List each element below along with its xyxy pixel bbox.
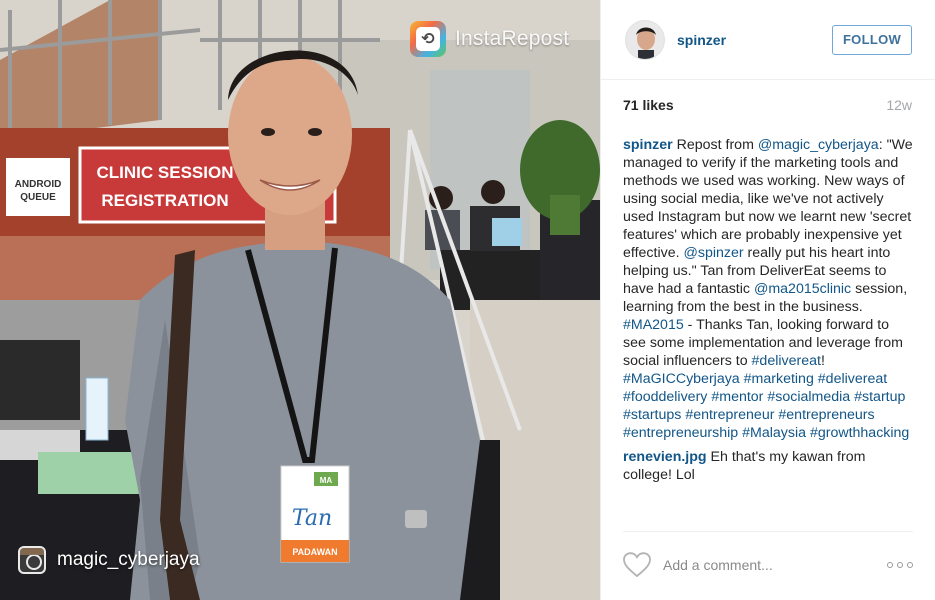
more-dot: [907, 562, 913, 568]
instagram-camera-icon: [18, 546, 46, 574]
avatar-photo: [626, 20, 664, 59]
hashtag-link[interactable]: #entrepreneurship: [623, 425, 738, 441]
hashtag-link[interactable]: #Malaysia: [742, 425, 806, 441]
post-header: spinzer FOLLOW: [601, 0, 935, 80]
badge-logo-text: MA: [320, 476, 333, 485]
hashtag-link[interactable]: #marketing: [744, 371, 814, 387]
instarepost-logo-icon: ⟲: [410, 21, 446, 57]
caption-text: Repost from: [672, 137, 758, 153]
more-dot: [887, 562, 893, 568]
photo-scene: ANDROID QUEUE CLINIC SESSION REGISTRATIO…: [0, 0, 600, 600]
badge-name-text: Tan: [292, 506, 332, 531]
likes-count[interactable]: 71 likes: [623, 97, 674, 113]
post-photo[interactable]: ANDROID QUEUE CLINIC SESSION REGISTRATIO…: [0, 0, 600, 600]
hashtag-link[interactable]: #socialmedia: [767, 389, 850, 405]
hashtag-link[interactable]: #delivereat: [818, 371, 887, 387]
mention-link[interactable]: @ma2015clinic: [754, 281, 851, 297]
avatar[interactable]: [625, 19, 665, 60]
hashtag-link[interactable]: #MaGICCyberjaya: [623, 371, 740, 387]
post-details-panel: spinzer FOLLOW 71 likes 12w spinzer Repo…: [600, 0, 935, 600]
reply-username[interactable]: renevien.jpg: [623, 449, 707, 465]
android-sign-line2: QUEUE: [20, 192, 56, 203]
footer-divider: [623, 531, 913, 532]
caption-text: !: [820, 353, 825, 369]
caption-comment: spinzer Repost from @magic_cyberjaya: "W…: [623, 136, 913, 442]
hashtag-link[interactable]: #entrepreneur: [685, 407, 774, 423]
post-stats: 71 likes 12w: [623, 97, 912, 113]
clinic-sign-line1: CLINIC SESSION: [97, 163, 234, 182]
more-dot: [897, 562, 903, 568]
mention-link[interactable]: @spinzer: [683, 245, 743, 261]
post-age[interactable]: 12w: [886, 97, 912, 113]
clinic-sign-line2: REGISTRATION: [101, 191, 228, 210]
hashtag-link[interactable]: #startups: [623, 407, 681, 423]
repost-credit: magic_cyberjaya: [18, 546, 200, 574]
caption-username[interactable]: spinzer: [623, 137, 673, 153]
hashtag-link[interactable]: #entrepreneurs: [778, 407, 874, 423]
hashtag-link[interactable]: #fooddelivery: [623, 389, 707, 405]
hashtag-link[interactable]: #growthhacking: [810, 425, 909, 441]
caption-text: : "We managed to verify if the marketing…: [623, 137, 913, 261]
hashtag-link[interactable]: #delivereat: [752, 353, 821, 369]
heart-outline-icon[interactable]: [623, 552, 651, 578]
credit-username: magic_cyberjaya: [57, 549, 200, 570]
badge-role-text: PADAWAN: [292, 547, 337, 557]
follow-button[interactable]: FOLLOW: [832, 24, 912, 55]
hashtag-link[interactable]: #mentor: [711, 389, 763, 405]
instarepost-watermark: ⟲ InstaRepost: [410, 20, 569, 58]
hashtag-link[interactable]: #startup: [854, 389, 905, 405]
android-sign-line1: ANDROID: [15, 179, 62, 190]
comments-list: spinzer Repost from @magic_cyberjaya: "W…: [623, 136, 913, 490]
hashtag-link[interactable]: #MA2015: [623, 317, 684, 333]
header-username[interactable]: spinzer: [677, 32, 832, 48]
add-comment-input[interactable]: [663, 553, 887, 577]
more-options-icon[interactable]: [887, 560, 913, 570]
post-actions: [623, 548, 913, 582]
instarepost-name: InstaRepost: [455, 27, 570, 50]
mention-link[interactable]: @magic_cyberjaya: [758, 137, 879, 153]
reply-comment: renevien.jpg Eh that's my kawan from col…: [623, 448, 913, 484]
